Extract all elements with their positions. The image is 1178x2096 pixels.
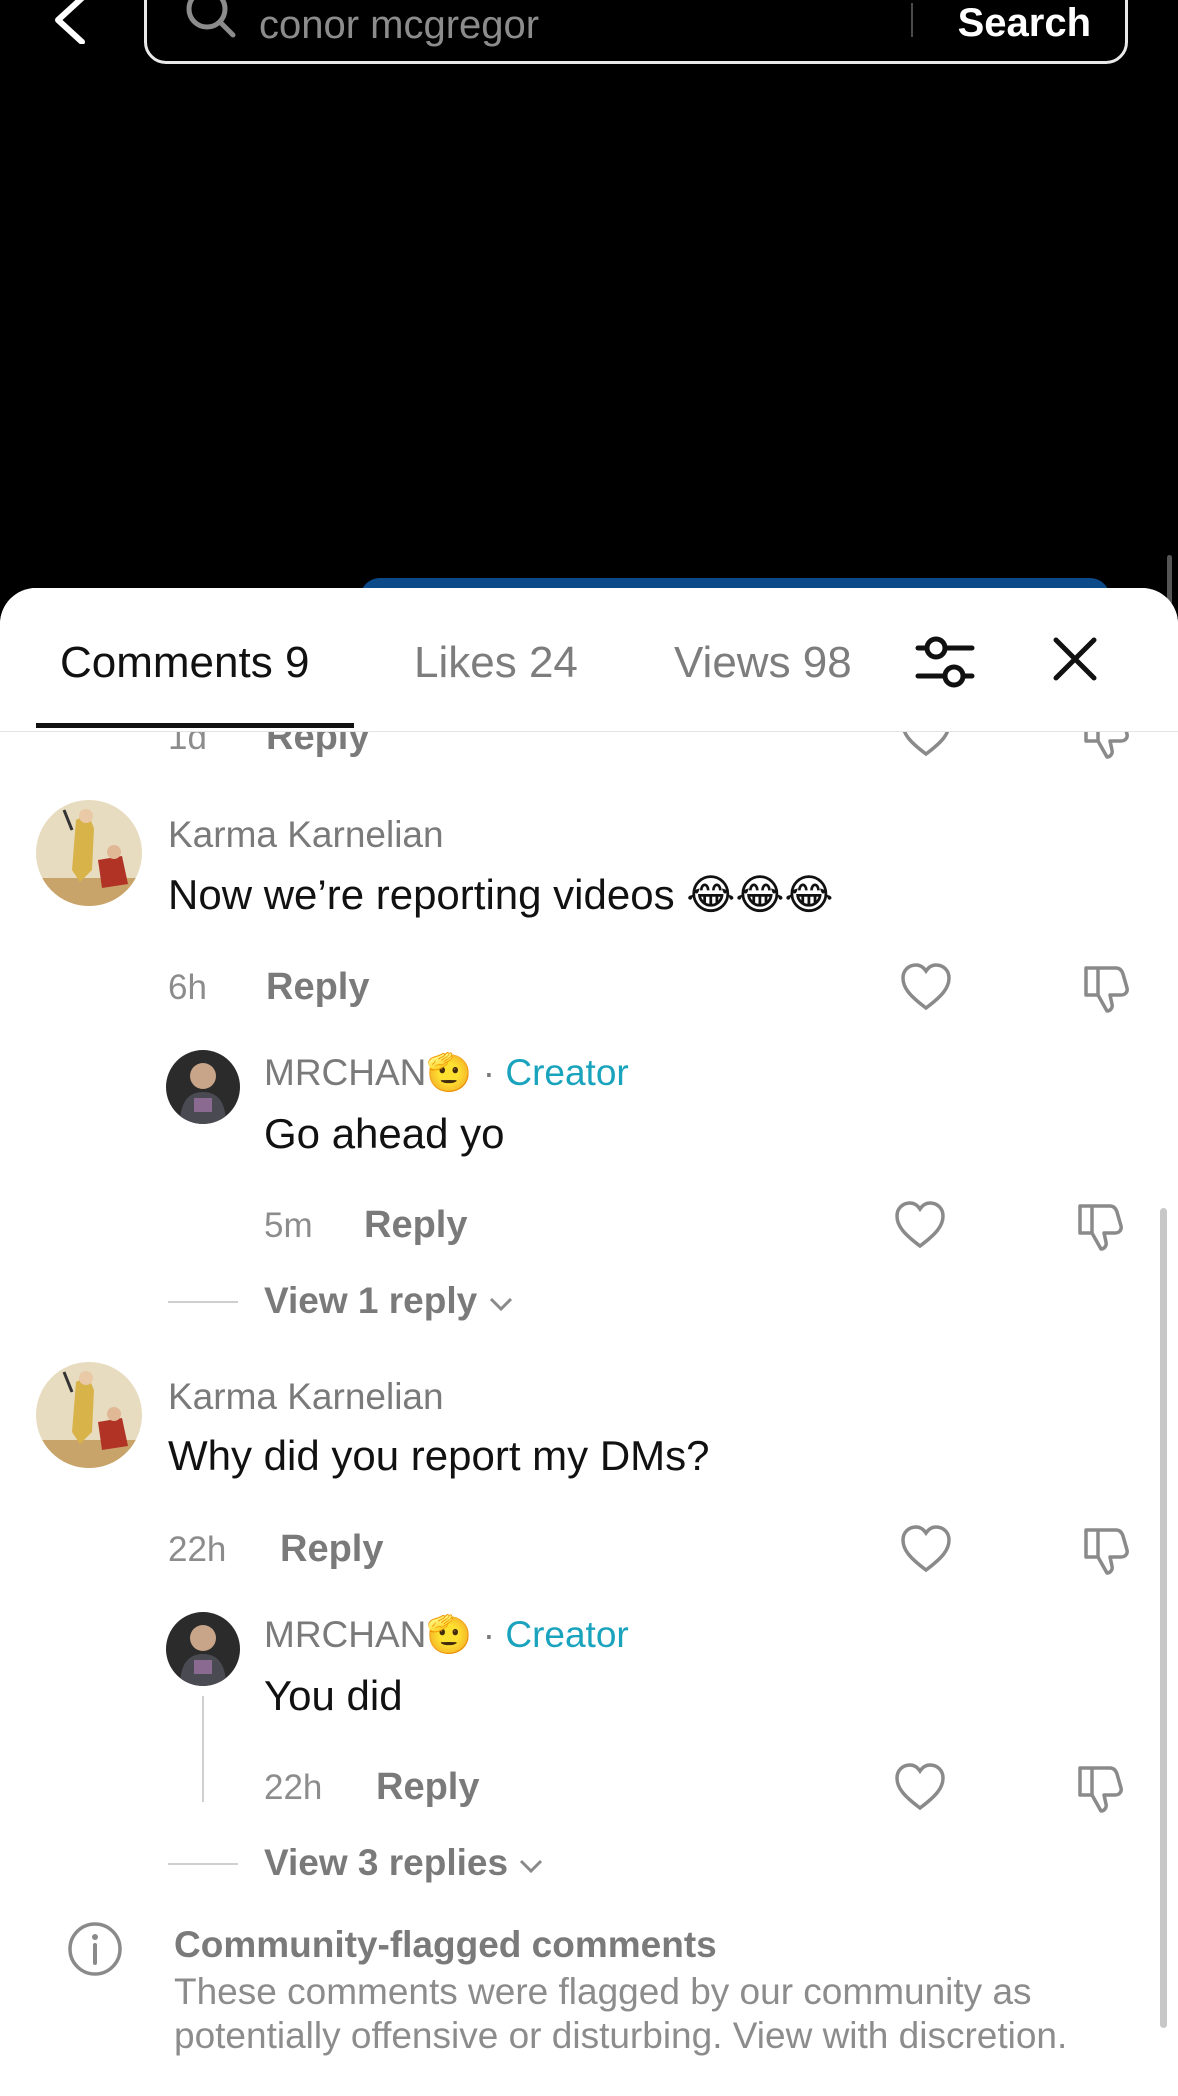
thread-divider: [168, 1863, 238, 1865]
search-input[interactable]: conor mcgregor Search: [144, 0, 1128, 64]
reply-author: MRCHAN🫡 · Creator: [264, 1052, 629, 1095]
creator-badge: Creator: [505, 1052, 629, 1093]
reply-author: MRCHAN🫡 · Creator: [264, 1614, 629, 1657]
comments-sheet: Comments 9 Likes 24 Views 98 1d Reply Ka…: [0, 588, 1178, 2096]
search-icon: [186, 0, 236, 38]
thread-line: [202, 1696, 204, 1802]
reply-text: You did: [264, 1672, 403, 1719]
thread-divider: [168, 1301, 238, 1303]
separator: ·: [472, 1052, 506, 1093]
back-arrow-icon[interactable]: [48, 0, 92, 44]
active-tab-indicator: [36, 723, 354, 728]
creator-badge: Creator: [505, 1614, 629, 1655]
comment-thread: Karma Karnelian Why did you report my DM…: [0, 1362, 1178, 1884]
heart-icon[interactable]: [900, 1524, 952, 1576]
search-query: conor mcgregor: [259, 3, 540, 47]
creator-avatar-image: [166, 1612, 240, 1686]
top-bar: conor mcgregor Search: [0, 0, 1178, 618]
salute-emoji: 🫡: [426, 1614, 473, 1655]
chevron-down-icon: [489, 1297, 512, 1312]
heart-icon[interactable]: [900, 962, 952, 1014]
avatar[interactable]: [36, 800, 142, 906]
heart-icon[interactable]: [894, 1200, 946, 1252]
comment-text: Why did you report my DMs?: [168, 1432, 710, 1479]
reply-button[interactable]: Reply: [266, 966, 369, 1009]
creator-avatar-image: [166, 1050, 240, 1124]
avatar[interactable]: [36, 1362, 142, 1468]
info-icon: [68, 1922, 122, 1976]
reply-button[interactable]: Reply: [376, 1766, 479, 1809]
dislike-icon[interactable]: [1074, 1762, 1126, 1814]
reply-button[interactable]: Reply: [280, 1528, 383, 1571]
view-replies-label: View 3 replies: [264, 1842, 509, 1883]
reply-time: 22h: [264, 1768, 323, 1807]
tab-bar: Comments 9 Likes 24 Views 98: [0, 588, 1178, 732]
avatar-image: [36, 800, 142, 906]
laughing-emoji: 😂😂😂: [686, 871, 834, 918]
dislike-icon[interactable]: [1080, 962, 1132, 1014]
view-replies-button[interactable]: View 3 replies: [264, 1842, 544, 1884]
flagged-title: Community-flagged comments: [174, 1924, 717, 1965]
tab-likes[interactable]: Likes 24: [414, 638, 578, 688]
comment-time: 22h: [168, 1530, 227, 1569]
reply-time: 5m: [264, 1206, 313, 1245]
comment-author[interactable]: Karma Karnelian: [168, 1376, 444, 1418]
reply-author-name[interactable]: MRCHAN: [264, 1052, 426, 1093]
filter-icon[interactable]: [914, 634, 976, 690]
tab-comments[interactable]: Comments 9: [60, 638, 309, 688]
comment-time: 6h: [168, 968, 207, 1007]
view-replies-label: View 1 reply: [264, 1280, 478, 1321]
flagged-description: These comments were flagged by our commu…: [174, 1971, 1068, 2056]
creator-avatar[interactable]: [166, 1050, 240, 1124]
comment-text-content: Now we’re reporting videos: [168, 871, 675, 918]
reply-text: Go ahead yo: [264, 1110, 505, 1157]
close-icon[interactable]: [1052, 636, 1098, 682]
search-divider: [911, 3, 913, 37]
chevron-down-icon: [520, 1859, 543, 1874]
salute-emoji: 🫡: [426, 1052, 473, 1093]
tab-views[interactable]: Views 98: [674, 638, 880, 688]
heart-icon[interactable]: [894, 1762, 946, 1814]
search-button[interactable]: Search: [958, 1, 1091, 46]
reply-author-name[interactable]: MRCHAN: [264, 1614, 426, 1655]
comment-text: Now we’re reporting videos 😂😂😂: [168, 870, 833, 919]
reply-button[interactable]: Reply: [364, 1204, 467, 1247]
separator: ·: [472, 1614, 506, 1655]
view-replies-button[interactable]: View 1 reply: [264, 1280, 514, 1322]
creator-avatar[interactable]: [166, 1612, 240, 1686]
avatar-image: [36, 1362, 142, 1468]
dislike-icon[interactable]: [1074, 1200, 1126, 1252]
comment-author[interactable]: Karma Karnelian: [168, 814, 444, 856]
dislike-icon[interactable]: [1080, 1524, 1132, 1576]
scrollbar[interactable]: [1160, 1208, 1167, 2028]
comment-thread: Karma Karnelian Now we’re reporting vide…: [0, 800, 1178, 1322]
